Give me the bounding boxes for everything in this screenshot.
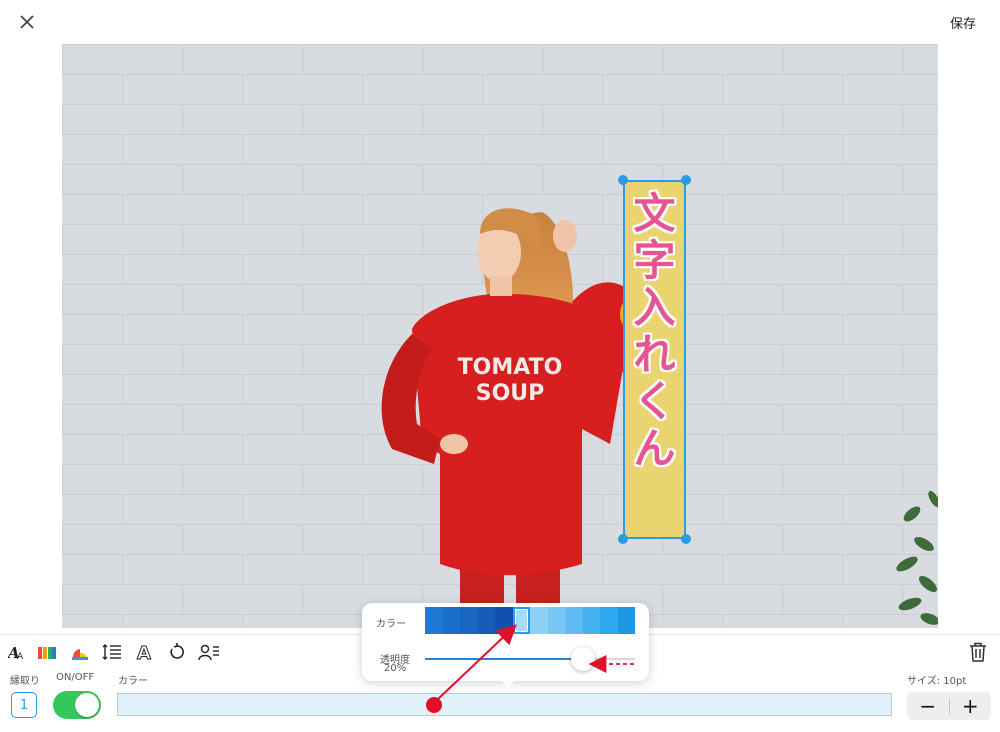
color-swatch[interactable]: [565, 607, 583, 634]
color-palette-icon[interactable]: [36, 641, 58, 663]
opacity-slider-thumb[interactable]: [570, 647, 595, 671]
text-char: ん: [633, 424, 676, 473]
text-char: 文: [633, 189, 676, 238]
color-swatch[interactable]: [547, 607, 565, 634]
resize-handle-top-right[interactable]: [681, 175, 691, 185]
top-bar: 保存: [0, 0, 1000, 44]
photo-image: TOMATO SOUP: [62, 44, 938, 628]
text-char: 字: [633, 236, 676, 285]
decrease-size-button[interactable]: −: [907, 692, 949, 720]
toggle-knob: [75, 693, 99, 717]
stroke-toggle[interactable]: [53, 691, 101, 719]
color-swatch[interactable]: [617, 607, 635, 634]
shirt-text-line2: SOUP: [476, 381, 545, 406]
opacity-slider[interactable]: [425, 658, 635, 660]
color-swatch[interactable]: [582, 607, 600, 634]
color-swatch[interactable]: [530, 607, 548, 634]
stroke-color-bar[interactable]: [117, 693, 892, 716]
popup-pointer: [500, 679, 516, 688]
size-stepper: − +: [907, 692, 991, 720]
text-char: く: [633, 377, 676, 426]
shirt-text-line1: TOMATO: [458, 355, 563, 380]
color-swatch[interactable]: [425, 607, 443, 634]
popup-color-label: カラー: [376, 619, 406, 630]
color-swatches: [425, 607, 635, 634]
resize-handle-bottom-left[interactable]: [618, 534, 628, 544]
photo-canvas[interactable]: TOMATO SOUP 文 字 入 れ く ん: [62, 44, 938, 628]
color-swatch[interactable]: [442, 607, 460, 634]
resize-handle-top-left[interactable]: [618, 175, 628, 185]
resize-handle-bottom-right[interactable]: [681, 534, 691, 544]
color-swatch[interactable]: [477, 607, 495, 634]
font-icon[interactable]: AA: [6, 641, 28, 663]
close-icon[interactable]: [16, 11, 38, 33]
color-swatch[interactable]: [600, 607, 618, 634]
text-char: 入: [633, 283, 676, 332]
line-spacing-icon[interactable]: [101, 641, 123, 663]
onoff-label: ON/OFF: [56, 672, 95, 683]
outline-text-icon[interactable]: A: [134, 641, 156, 663]
color-swatch[interactable]: [495, 607, 513, 634]
opacity-slider-fill: [425, 658, 583, 660]
rotate-icon[interactable]: [166, 641, 188, 663]
text-char: れ: [633, 330, 676, 379]
color-popup: カラー 透明度 20%: [362, 603, 649, 688]
color-swatch[interactable]: [460, 607, 478, 634]
svg-text:A: A: [17, 652, 24, 661]
color-label: カラー: [118, 676, 148, 687]
save-button[interactable]: 保存: [950, 13, 976, 32]
stroke-number-button[interactable]: 1: [11, 692, 37, 718]
text-box[interactable]: 文 字 入 れ く ん: [623, 180, 686, 539]
color-swatch[interactable]: [512, 607, 530, 634]
increase-size-button[interactable]: +: [949, 692, 991, 720]
vertical-text-icon[interactable]: [198, 641, 220, 663]
stroke-label: 縁取り: [10, 676, 40, 687]
trash-icon[interactable]: [968, 641, 988, 663]
opacity-value: 20%: [384, 663, 407, 674]
vertical-text: 文 字 入 れ く ん: [625, 190, 684, 472]
svg-text:A: A: [137, 643, 151, 662]
size-label: サイズ: 10pt: [907, 676, 967, 687]
background-color-icon[interactable]: [69, 641, 91, 663]
